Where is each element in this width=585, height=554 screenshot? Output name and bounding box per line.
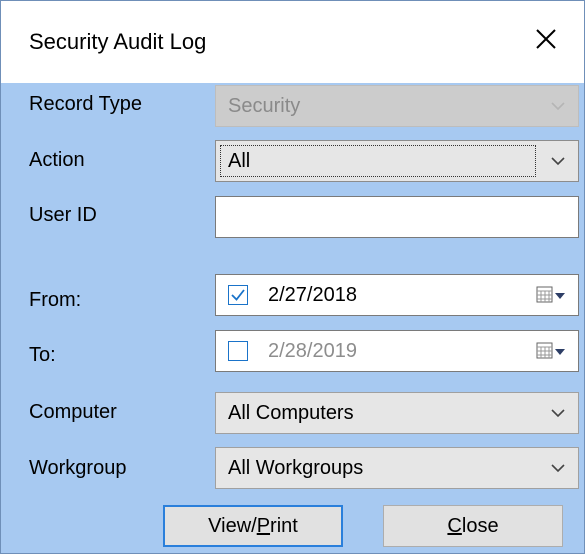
from-enable-checkbox[interactable] — [228, 285, 248, 305]
action-select[interactable]: All — [215, 140, 579, 182]
focus-rectangle — [220, 145, 536, 177]
view-print-label: View/Print — [208, 514, 298, 537]
action-value: All — [228, 150, 251, 172]
close-label: Close — [447, 514, 499, 537]
to-label: To: — [29, 344, 56, 366]
user-id-label: User ID — [29, 204, 97, 226]
checkmark-icon — [231, 289, 245, 301]
chevron-down-icon — [551, 157, 565, 166]
to-date-value: 2/28/2019 — [268, 340, 357, 362]
workgroup-value: All Workgroups — [228, 457, 364, 479]
workgroup-label: Workgroup — [29, 457, 127, 479]
workgroup-select[interactable]: All Workgroups — [215, 447, 579, 489]
record-type-value: Security — [228, 95, 301, 117]
computer-value: All Computers — [228, 402, 354, 424]
from-date-value: 2/27/2018 — [268, 284, 357, 306]
title-bar: Security Audit Log — [1, 1, 584, 83]
computer-select[interactable]: All Computers — [215, 392, 579, 434]
security-audit-log-dialog: Security Audit Log Record Type Security … — [0, 0, 585, 554]
action-label: Action — [29, 149, 85, 171]
record-type-select: Security — [215, 85, 579, 127]
calendar-dropdown-icon[interactable] — [536, 341, 566, 361]
record-type-label: Record Type — [29, 93, 143, 115]
close-window-icon[interactable] — [526, 19, 566, 59]
calendar-dropdown-icon[interactable] — [536, 285, 566, 305]
view-print-button[interactable]: View/Print — [163, 505, 343, 547]
chevron-down-icon — [551, 409, 565, 418]
chevron-down-icon — [551, 102, 565, 111]
from-date-picker[interactable]: 2/27/2018 — [215, 274, 579, 316]
close-button[interactable]: Close — [383, 505, 563, 547]
computer-label: Computer — [29, 401, 117, 423]
user-id-input[interactable] — [215, 196, 579, 238]
to-enable-checkbox[interactable] — [228, 341, 248, 361]
from-label: From: — [29, 289, 82, 311]
to-date-picker[interactable]: 2/28/2019 — [215, 330, 579, 372]
chevron-down-icon — [551, 464, 565, 473]
window-title: Security Audit Log — [29, 29, 207, 54]
